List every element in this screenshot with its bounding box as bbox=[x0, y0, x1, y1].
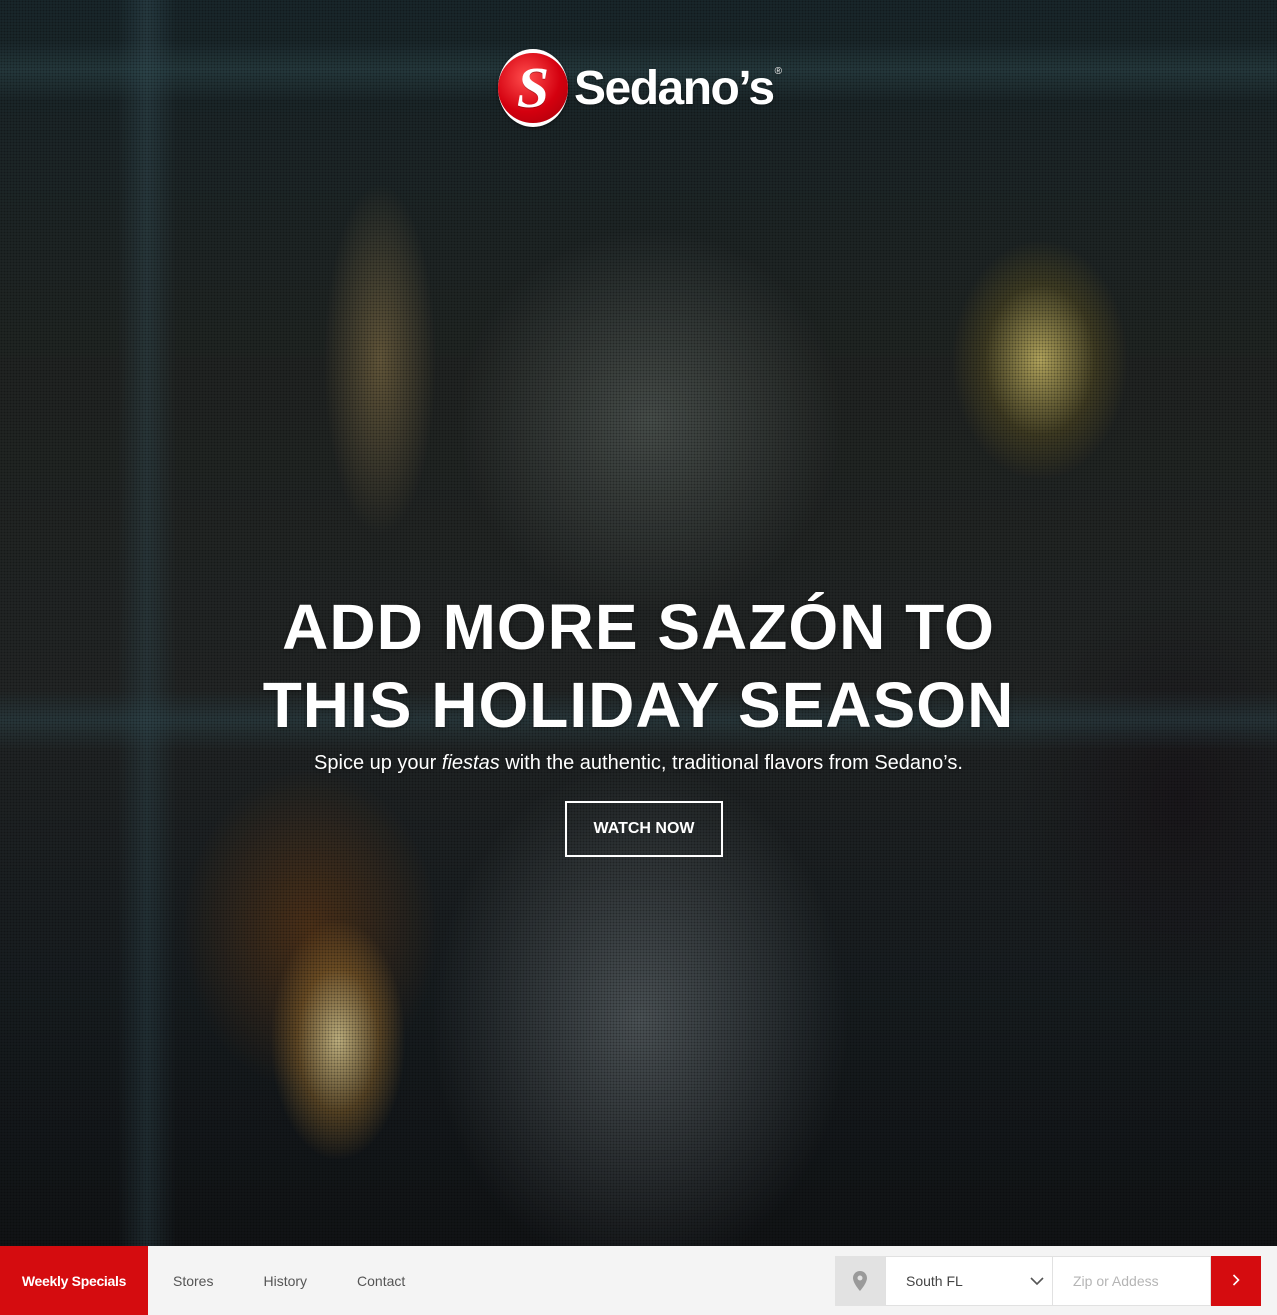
hero-headline-line2: THIS HOLIDAY SEASON bbox=[262, 669, 1015, 741]
hero-headline: ADD MORE SAZÓN TO THIS HOLIDAY SEASON bbox=[0, 588, 1277, 744]
nav-contact[interactable]: Contact bbox=[357, 1273, 405, 1289]
logo-mark-icon: S bbox=[498, 49, 568, 127]
nav-weekly-specials[interactable]: Weekly Specials bbox=[0, 1246, 148, 1315]
sedanos-logo[interactable]: S Sedano’s® bbox=[498, 48, 782, 128]
region-picker: South FL bbox=[835, 1256, 1059, 1306]
bottom-navigation: Weekly Specials Stores History Contact S… bbox=[0, 1246, 1277, 1315]
hero-sub-emphasis: fiestas bbox=[441, 752, 500, 774]
hero-banner: S Sedano’s® ADD MORE SAZÓN TO THIS HOLID… bbox=[0, 0, 1277, 1246]
logo-mark-letter: S bbox=[498, 53, 568, 123]
logo-wordmark: Sedano’s® bbox=[574, 61, 782, 116]
nav-stores[interactable]: Stores bbox=[173, 1273, 213, 1289]
logo-wordmark-text: Sedano’s bbox=[574, 61, 775, 115]
map-pin-icon bbox=[835, 1256, 885, 1306]
region-selected-value: South FL bbox=[906, 1273, 963, 1289]
chevron-right-icon bbox=[1232, 1273, 1240, 1289]
watch-now-button[interactable]: WATCH NOW bbox=[565, 801, 723, 857]
chevron-down-icon bbox=[1030, 1273, 1044, 1289]
hero-sub-before: Spice up your bbox=[314, 752, 437, 774]
hero-subheading: Spice up your fiestas with the authentic… bbox=[0, 752, 1277, 775]
nav-history[interactable]: History bbox=[263, 1273, 307, 1289]
region-select[interactable]: South FL bbox=[885, 1256, 1059, 1306]
search-submit-button[interactable] bbox=[1211, 1256, 1261, 1306]
hero-headline-line1: ADD MORE SAZÓN TO bbox=[282, 591, 995, 663]
trademark-symbol: ® bbox=[774, 65, 782, 77]
store-search bbox=[1052, 1256, 1261, 1306]
hero-sub-after: with the authentic, traditional flavors … bbox=[505, 752, 963, 774]
zip-or-address-input[interactable] bbox=[1052, 1256, 1211, 1306]
